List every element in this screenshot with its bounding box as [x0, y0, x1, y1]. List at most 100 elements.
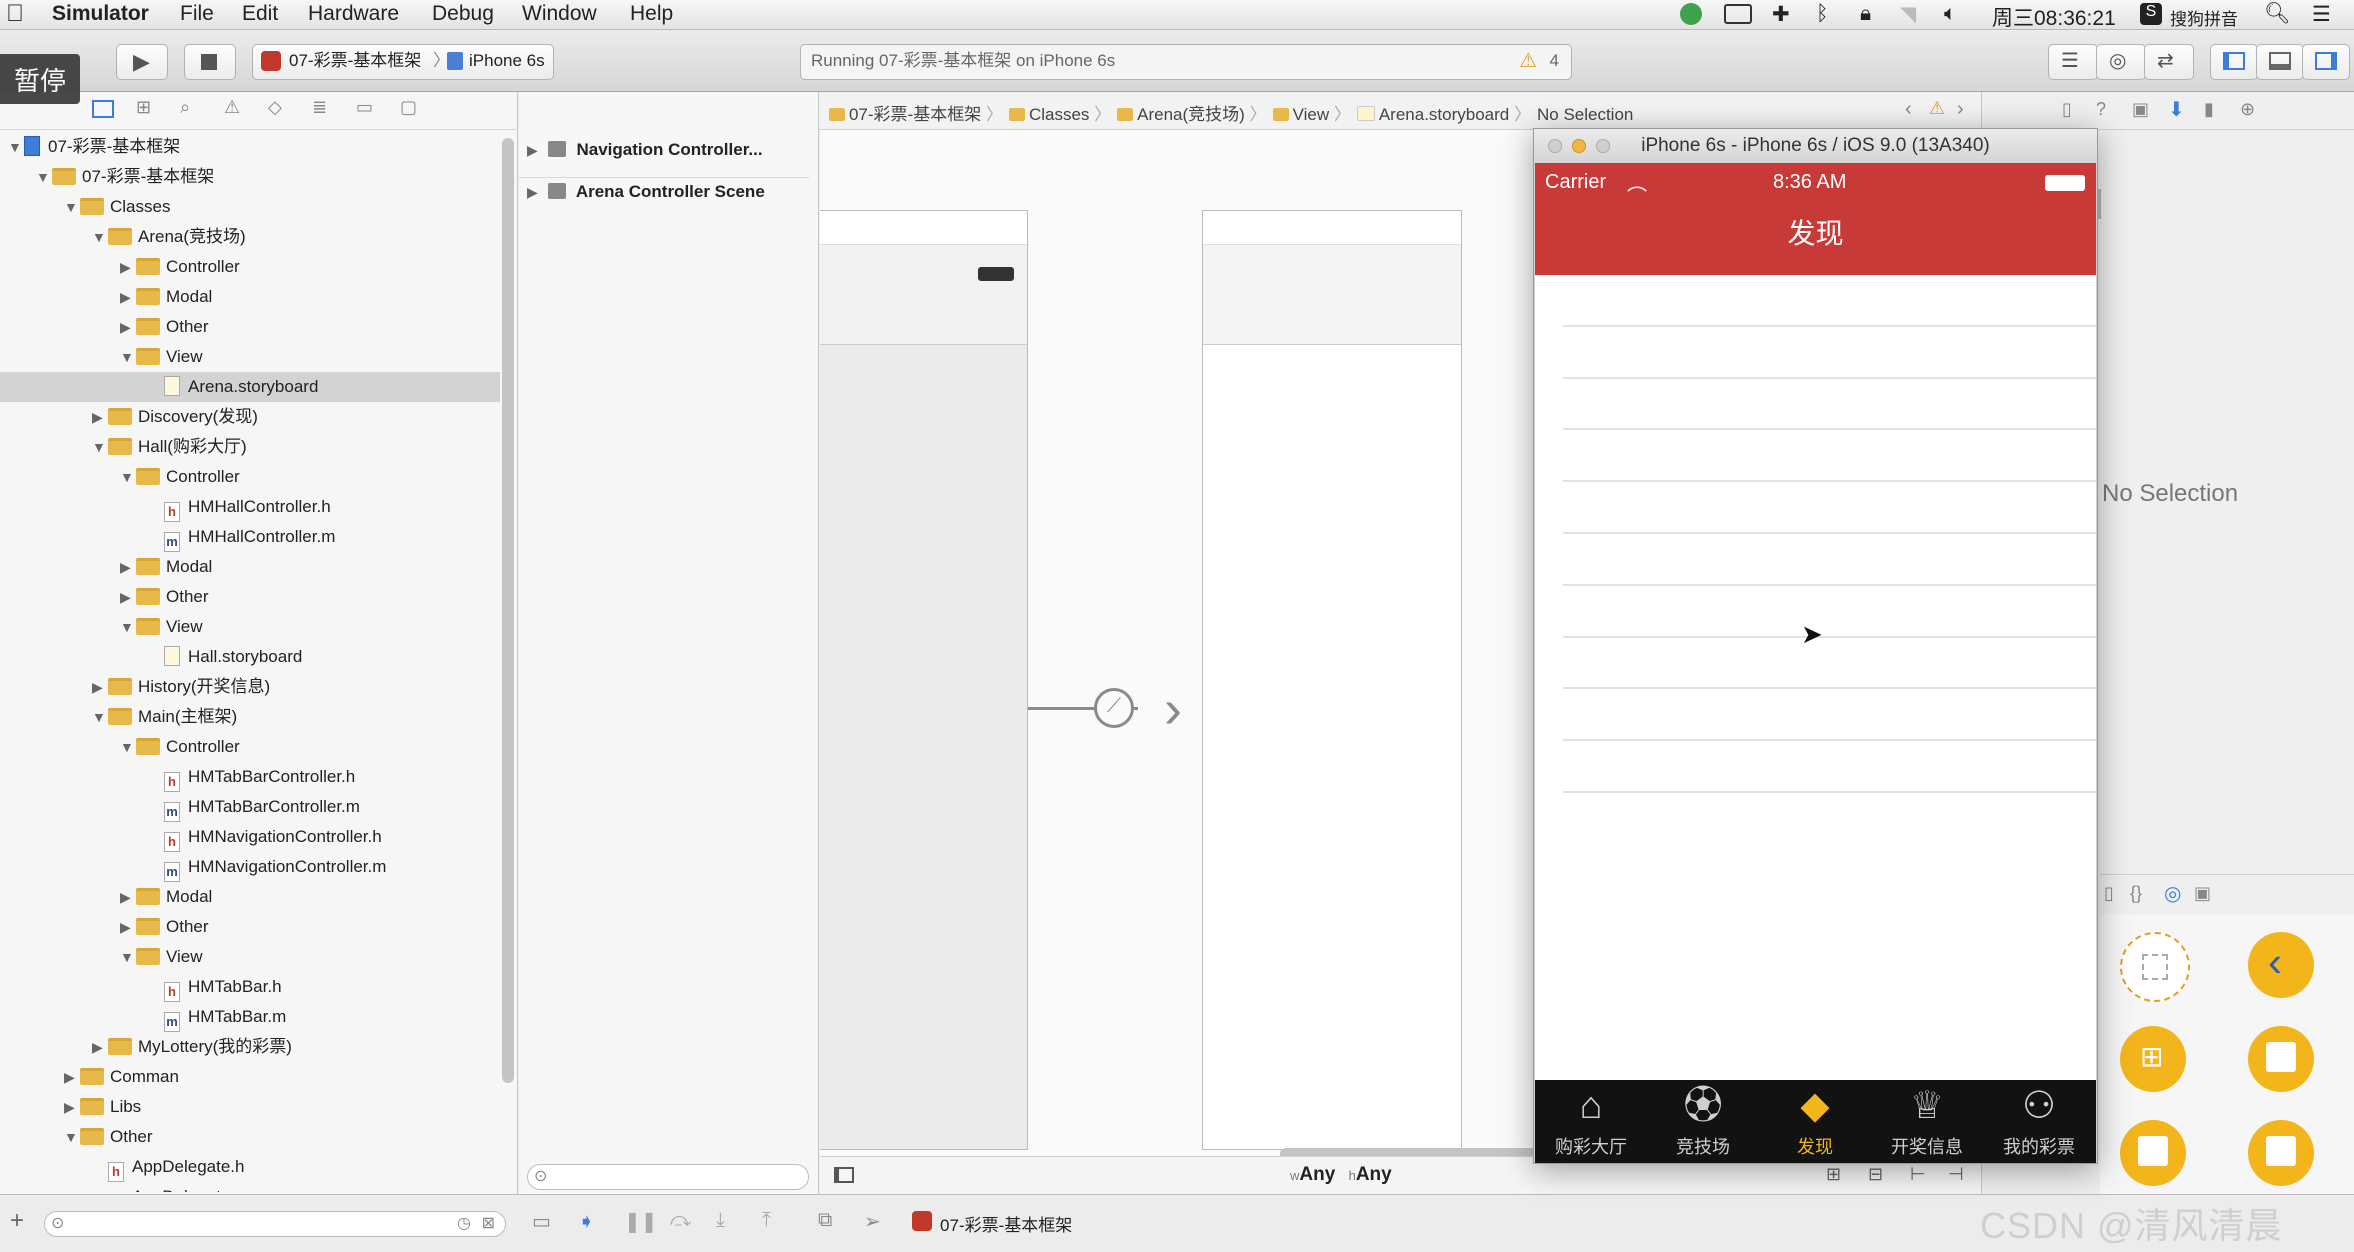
- file-template-icon[interactable]: ▯: [2104, 883, 2114, 904]
- size-inspector-icon[interactable]: ▮: [2204, 99, 2214, 120]
- menu-file[interactable]: File: [180, 2, 214, 26]
- scheme-selector[interactable]: 07-彩票-基本框架 〉 iPhone 6s: [252, 44, 554, 80]
- disclosure-open-icon[interactable]: ▼: [92, 432, 108, 462]
- disclosure-closed-icon[interactable]: ▶: [120, 882, 136, 912]
- object-library-item-object[interactable]: [2120, 932, 2190, 1002]
- disclosure-closed-icon[interactable]: ▶: [64, 1092, 80, 1122]
- show-outline-icon[interactable]: [834, 1167, 854, 1183]
- disclosure-closed-icon[interactable]: ▶: [120, 282, 136, 312]
- nav-row[interactable]: ▼ 07-彩票-基本框架: [0, 132, 500, 162]
- step-in-icon[interactable]: ⤓: [716, 1209, 725, 1232]
- align-icon[interactable]: ⊟: [1868, 1164, 1883, 1185]
- connections-inspector-icon[interactable]: ⊕: [2240, 99, 2255, 120]
- breadcrumb-item[interactable]: Arena.storyboard 〉: [1356, 105, 1531, 124]
- nav-row[interactable]: ▼ Hall(购彩大厅): [0, 432, 500, 462]
- ime-icon[interactable]: S: [2140, 3, 2162, 25]
- disclosure-closed-icon[interactable]: ▶: [120, 582, 136, 612]
- disclosure-closed-icon[interactable]: ▶: [92, 1032, 108, 1062]
- navigation-controller-scene[interactable]: [820, 210, 1028, 1150]
- status-app-icon[interactable]: [1680, 3, 1702, 25]
- tab-0[interactable]: ⌂ 购彩大厅: [1535, 1080, 1647, 1163]
- step-over-icon[interactable]: ⤼: [670, 1209, 691, 1232]
- nav-row[interactable]: ▶ Libs: [0, 1092, 500, 1122]
- object-library-item-nav-controller[interactable]: ‹: [2248, 932, 2314, 998]
- lock-icon[interactable]: 🔒︎: [1860, 2, 1871, 26]
- segue-icon[interactable]: ⟋: [1094, 688, 1134, 728]
- prev-issue-icon[interactable]: ‹: [1905, 98, 1912, 121]
- location-icon[interactable]: ➢: [864, 1209, 881, 1234]
- test-nav-icon[interactable]: ◇: [268, 97, 282, 118]
- report-nav-icon[interactable]: ▢: [400, 97, 417, 118]
- zoom-window-icon[interactable]: [1596, 139, 1610, 153]
- breadcrumb-item[interactable]: No Selection: [1537, 105, 1633, 124]
- step-out-icon[interactable]: ⤒: [762, 1209, 771, 1232]
- disclosure-closed-icon[interactable]: ▶: [120, 312, 136, 342]
- close-window-icon[interactable]: [1548, 139, 1562, 153]
- nav-row[interactable]: ▶ Controller: [0, 252, 500, 282]
- version-editor-button[interactable]: ⇄: [2144, 44, 2194, 80]
- nav-row[interactable]: m HMNavigationController.m: [0, 852, 500, 882]
- breadcrumb-item[interactable]: Arena(竞技场) 〉: [1117, 105, 1267, 124]
- menu-debug[interactable]: Debug: [432, 2, 494, 26]
- spotlight-icon[interactable]: 🔍︎: [2264, 2, 2291, 26]
- toggle-debug-button[interactable]: [2256, 44, 2304, 80]
- standard-editor-button[interactable]: ☰: [2048, 44, 2098, 80]
- disclosure-open-icon[interactable]: ▼: [8, 132, 24, 162]
- nav-row[interactable]: ▶ History(开奖信息): [0, 672, 500, 702]
- toggle-utilities-button[interactable]: [2302, 44, 2350, 80]
- hide-debug-icon[interactable]: ▭: [532, 1209, 551, 1234]
- debug-nav-icon[interactable]: ≣: [312, 97, 327, 118]
- nav-row[interactable]: h HMTabBar.h: [0, 972, 500, 1002]
- navigator-filter-input[interactable]: ⊙ ◷ ⊠: [44, 1211, 506, 1237]
- nav-row[interactable]: ▼ View: [0, 942, 500, 972]
- outline-scene-navigation[interactable]: ▶ Navigation Controller...: [527, 140, 763, 160]
- folder-nav-icon[interactable]: [92, 100, 114, 118]
- tab-3[interactable]: ♕ 开奖信息: [1871, 1080, 1983, 1163]
- table-view[interactable]: [1535, 275, 2096, 1080]
- recent-files-icon[interactable]: ◷: [457, 1213, 471, 1233]
- disclosure-closed-icon[interactable]: ▶: [120, 552, 136, 582]
- disclosure-open-icon[interactable]: ▼: [120, 342, 136, 372]
- arena-controller-scene[interactable]: [1202, 210, 1462, 1150]
- app-menu[interactable]: Simulator: [52, 2, 149, 26]
- nav-row[interactable]: ▶ Comman: [0, 1062, 500, 1092]
- disclosure-closed-icon[interactable]: ▶: [120, 912, 136, 942]
- next-issue-icon[interactable]: ›: [1957, 98, 1964, 121]
- nav-row[interactable]: ▼ Arena(竞技场): [0, 222, 500, 252]
- toggle-navigator-button[interactable]: [2210, 44, 2258, 80]
- symbol-nav-icon[interactable]: ⊞: [136, 97, 151, 118]
- nav-row[interactable]: m HMTabBarController.m: [0, 792, 500, 822]
- media-library-icon[interactable]: ▣: [2194, 883, 2211, 904]
- outline-scene-arena[interactable]: ▶ Arena Controller Scene: [527, 182, 765, 202]
- disclosure-closed-icon[interactable]: ▶: [92, 672, 108, 702]
- disclosure-open-icon[interactable]: ▼: [64, 1122, 80, 1152]
- code-snippet-icon[interactable]: {}: [2130, 883, 2142, 904]
- size-class-selector[interactable]: wAny hAny: [1290, 1164, 1392, 1186]
- tab-1[interactable]: ⚽︎ 竞技场: [1647, 1080, 1759, 1163]
- issue-warning-icon[interactable]: ⚠: [1929, 98, 1945, 119]
- disclosure-open-icon[interactable]: ▼: [120, 732, 136, 762]
- object-library-item-page-controller[interactable]: [2248, 1120, 2314, 1186]
- stack-icon[interactable]: ⊞: [1826, 1164, 1841, 1185]
- disclosure-closed-icon[interactable]: ▶: [64, 1062, 80, 1092]
- disclosure-open-icon[interactable]: ▼: [92, 222, 108, 252]
- nav-row[interactable]: ▼ Other: [0, 1122, 500, 1152]
- disclosure-open-icon[interactable]: ▼: [92, 702, 108, 732]
- nav-row[interactable]: ▶ Modal: [0, 552, 500, 582]
- iphone-screen[interactable]: Carrier ︵ 8:36 AM 发现 ➤ ⌂ 购彩大厅 ⚽︎ 竞技场 ◆ 发现 ♕ 开奖信…: [1535, 163, 2096, 1163]
- assistant-editor-button[interactable]: ◎: [2096, 44, 2146, 80]
- volume-icon[interactable]: 🔈︎: [1944, 2, 1957, 26]
- scm-filter-icon[interactable]: ⊠: [482, 1213, 495, 1233]
- clock-text[interactable]: 周三08:36:21: [1992, 2, 2116, 32]
- ime-label[interactable]: 搜狗拼音: [2170, 5, 2238, 30]
- add-file-icon[interactable]: +: [10, 1207, 24, 1235]
- menu-help[interactable]: Help: [630, 2, 673, 26]
- nav-row[interactable]: ▶ Modal: [0, 282, 500, 312]
- apple-menu-icon[interactable]: : [6, 0, 24, 28]
- nav-row[interactable]: h AppDelegate.h: [0, 1152, 500, 1182]
- help-inspector-icon[interactable]: ?: [2096, 99, 2106, 120]
- object-library-item-collection[interactable]: ⊞: [2120, 1026, 2186, 1092]
- breakpoint-nav-icon[interactable]: ▭: [356, 97, 373, 118]
- menu-window[interactable]: Window: [522, 2, 597, 26]
- nav-row[interactable]: ▼ View: [0, 342, 500, 372]
